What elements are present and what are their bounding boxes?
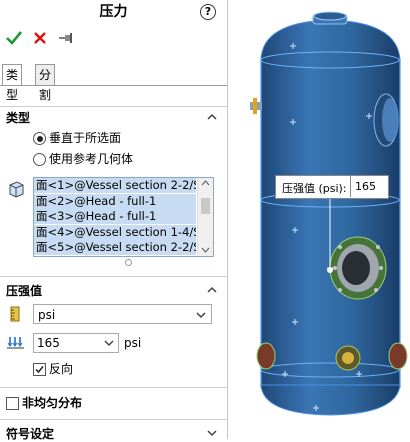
pin-button[interactable]: [56, 28, 76, 48]
pushpin-icon: [59, 33, 72, 43]
radio-label: 垂直于所选面: [49, 131, 122, 145]
symbol-settings-heading[interactable]: 符号设定: [6, 425, 54, 442]
section-divider: [0, 419, 227, 420]
radio-label: 使用参考几何体: [49, 152, 134, 166]
list-item[interactable]: 面<4>@Vessel section 1-4/S: [34, 224, 196, 240]
tab-type[interactable]: 类型: [2, 64, 23, 102]
panel-title: 压力: [99, 4, 128, 20]
graphics-area[interactable]: [228, 0, 410, 439]
radio-reference-geometry[interactable]: 使用参考几何体: [33, 150, 133, 168]
checkmark-icon: [6, 31, 23, 45]
section-divider: [0, 106, 227, 107]
callout-label: 压强值 (psi):: [282, 182, 347, 195]
pressure-unit-label: psi: [124, 336, 142, 350]
tab-split[interactable]: 分割: [35, 64, 56, 102]
type-section-heading: 类型: [6, 111, 31, 125]
list-item[interactable]: 面<3>@Head - full-1: [34, 209, 196, 224]
chevron-down-icon[interactable]: [207, 428, 217, 438]
pressure-arrows-icon: [7, 337, 24, 349]
unit-select-value: psi: [38, 308, 56, 322]
chevron-down-icon: [196, 312, 206, 319]
pressure-vessel-model[interactable]: [228, 0, 410, 439]
reverse-direction-checkbox[interactable]: 反向: [33, 361, 73, 377]
resize-handle[interactable]: [125, 259, 132, 266]
scrollbar-arrows-icon: [201, 180, 210, 253]
pressure-section-heading: 压强值: [6, 284, 43, 298]
chevron-up-icon[interactable]: [207, 285, 217, 295]
help-icon[interactable]: ?: [200, 4, 216, 20]
callout-value-input[interactable]: 165: [350, 176, 387, 197]
list-item[interactable]: 面<2>@Head - full-1: [34, 193, 196, 209]
unit-select[interactable]: psi: [33, 304, 212, 324]
chevron-up-icon[interactable]: [207, 112, 217, 122]
list-item[interactable]: 面<1>@Vessel section 2-2/S: [34, 178, 196, 193]
ruler-icon: [10, 306, 20, 322]
property-manager: 压力 ? 类型 分割 类型 垂直于所选面 使用参考几何体 面<1>@Vessel…: [0, 0, 228, 442]
checkbox-unchecked-icon: [6, 397, 19, 410]
radio-normal-to-face[interactable]: 垂直于所选面: [33, 129, 121, 147]
nonuniform-distribution-checkbox[interactable]: 非均匀分布: [6, 395, 82, 411]
radio-unselected-icon: [33, 153, 46, 166]
selected-faces-list[interactable]: 面<1>@Vessel section 2-2/S 面<2>@Head - fu…: [33, 177, 214, 257]
chevron-down-icon: [104, 340, 114, 347]
pressure-callout[interactable]: 压强值 (psi): 165: [275, 175, 389, 199]
checkbox-checked-icon: [33, 363, 46, 376]
close-icon: [34, 32, 46, 44]
nonuniform-label: 非均匀分布: [22, 396, 83, 410]
reverse-label: 反向: [49, 362, 74, 376]
radio-selected-icon: [33, 132, 46, 145]
tab-divider: [0, 85, 227, 86]
section-divider: [0, 387, 227, 388]
ok-button[interactable]: [4, 28, 24, 48]
face-selection-icon: [9, 181, 24, 198]
cancel-button[interactable]: [30, 28, 50, 48]
list-item[interactable]: 面<5>@Vessel section 2-2/S: [34, 240, 196, 255]
section-divider: [0, 276, 227, 277]
list-scrollbar[interactable]: [197, 178, 213, 256]
pressure-value: 165: [37, 336, 60, 350]
pressure-value-input[interactable]: 165: [33, 333, 119, 353]
